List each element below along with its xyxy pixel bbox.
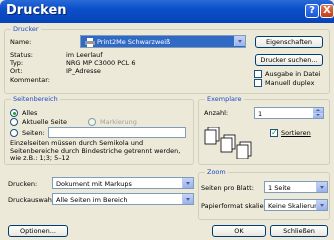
close-button[interactable]: Schließen	[270, 225, 328, 237]
copies-count-label: Anzahl:	[204, 109, 229, 117]
print-to-file-checkbox[interactable]	[254, 70, 262, 78]
type-value: NRG MP C3000 PCL 6	[66, 59, 136, 67]
printer-name-label: Name:	[10, 38, 32, 46]
manual-duplex-label: Manuell duplex	[265, 79, 315, 87]
range-selection-label: Markierung	[100, 118, 137, 126]
copies-legend: Exemplare	[205, 95, 244, 103]
range-pages-label: Seiten:	[22, 129, 45, 137]
range-hint: Einzelseiten müssen durch Semikola und S…	[10, 139, 181, 162]
pages-per-sheet-label: Seiten pro Blatt:	[201, 184, 254, 192]
zoom-legend: Zoom	[205, 168, 228, 176]
printer-name-select[interactable]: Print2Me Schwarzweiß	[80, 35, 246, 48]
copies-count-value: 1	[258, 110, 263, 118]
close-window-button[interactable]: X	[320, 4, 334, 18]
chevron-down-icon[interactable]	[182, 178, 193, 188]
chevron-down-icon[interactable]	[316, 200, 327, 210]
range-current-label: Aktuelle Seite	[22, 118, 68, 126]
pages-per-sheet-select[interactable]: 1 Seite	[264, 181, 328, 193]
find-printer-button[interactable]: Drucker suchen...	[255, 54, 323, 66]
location-value: IP_Adresse	[66, 67, 101, 75]
print-what-label: Drucken:	[8, 180, 38, 188]
spin-down-icon[interactable]	[313, 113, 323, 118]
scale-value: Keine Skalierung	[268, 202, 323, 210]
print-selection-label: Druckauswahl:	[8, 196, 56, 204]
range-all-radio[interactable]	[10, 109, 18, 117]
status-value: im Leerlauf	[66, 51, 103, 59]
type-label: Typ:	[10, 59, 24, 67]
print-what-select[interactable]: Dokument mit Markups	[52, 177, 194, 189]
print-what-value: Dokument mit Markups	[56, 180, 132, 188]
print-selection-select[interactable]: Alle Seiten im Bereich	[52, 193, 194, 205]
chevron-down-icon[interactable]	[316, 182, 327, 192]
title-bar: Drucken ? X	[0, 0, 334, 23]
properties-button[interactable]: Eigenschaften	[255, 36, 323, 48]
range-current-radio[interactable]	[10, 118, 18, 126]
scale-select[interactable]: Keine Skalierung	[264, 199, 328, 211]
print-selection-value: Alle Seiten im Bereich	[56, 196, 128, 204]
ok-button[interactable]: OK	[212, 225, 266, 237]
pages-per-sheet-value: 1 Seite	[268, 184, 291, 192]
location-label: Ort:	[10, 67, 23, 75]
pages-input[interactable]	[48, 127, 186, 138]
zoom-group: Zoom	[198, 168, 330, 220]
manual-duplex-checkbox[interactable]	[254, 79, 262, 87]
printer-legend: Drucker	[11, 25, 41, 33]
window-title: Drucken	[6, 3, 67, 18]
copies-count-stepper[interactable]: 1	[254, 107, 324, 119]
chevron-down-icon[interactable]	[234, 36, 245, 46]
collate-label: Sortieren	[281, 129, 311, 137]
options-button[interactable]: Optionen...	[8, 225, 68, 237]
printer-icon	[85, 38, 95, 47]
range-selection-radio[interactable]	[88, 118, 96, 126]
comment-label: Kommentar:	[10, 76, 50, 84]
range-all-label: Alles	[22, 109, 38, 117]
collate-pages-icon	[204, 127, 252, 159]
printer-name-value: Print2Me Schwarzweiß	[97, 38, 171, 46]
collate-checkbox[interactable]	[270, 128, 278, 137]
chevron-down-icon[interactable]	[182, 194, 193, 204]
range-pages-radio[interactable]	[10, 129, 18, 137]
page-range-legend: Seitenbereich	[11, 95, 60, 103]
help-button[interactable]: ?	[305, 4, 319, 18]
print-to-file-label: Ausgabe in Datei	[265, 70, 321, 78]
status-label: Status:	[10, 51, 33, 59]
